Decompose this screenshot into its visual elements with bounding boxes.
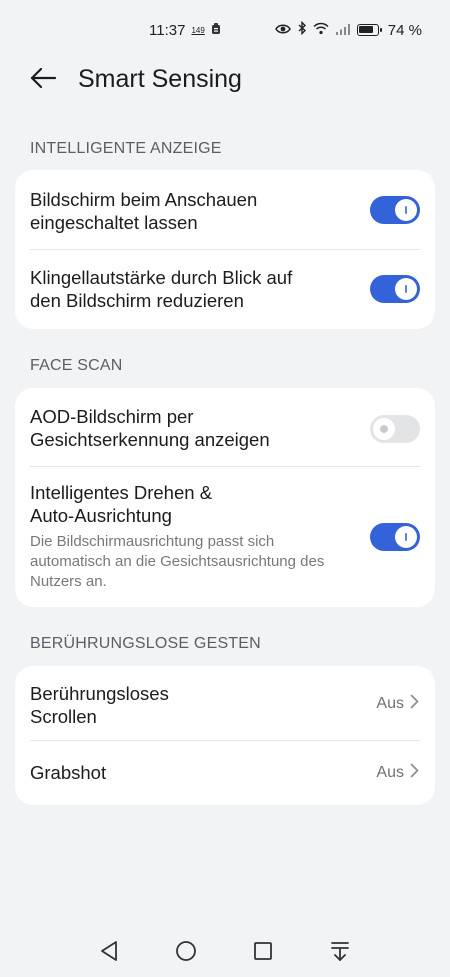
arrow-left-icon <box>29 67 57 94</box>
bluetooth-icon <box>297 20 307 39</box>
value-wrap: Aus <box>376 694 419 714</box>
value-grabshot: Aus <box>376 764 404 781</box>
status-right: 74 % <box>274 20 422 39</box>
setting-row-aod-face[interactable]: AOD-Bildschirm per Gesichtserkennung anz… <box>15 388 435 467</box>
toggle-knob <box>395 526 417 548</box>
status-time: 11:37 <box>149 22 186 39</box>
signal-icon <box>335 22 351 39</box>
back-triangle-icon <box>99 940 119 967</box>
battery-icon <box>356 24 382 36</box>
card-face-scan: AOD-Bildschirm per Gesichtserkennung anz… <box>15 388 435 607</box>
section-label-intelligent-display: INTELLIGENTE ANZEIGE <box>30 140 222 157</box>
toggle-aod-face[interactable] <box>370 415 420 443</box>
page-title: Smart Sensing <box>78 65 242 93</box>
row-title-line1: Klingellautstärke durch Blick auf <box>30 267 293 288</box>
row-title-line2: Scrollen <box>30 706 97 727</box>
section-label-touchless-gestures: BERÜHRUNGSLOSE GESTEN <box>30 635 261 652</box>
value-wrap: Aus <box>376 763 419 783</box>
row-title-line2: Auto-Ausrichtung <box>30 505 172 526</box>
row-title: Grabshot <box>30 762 107 783</box>
row-title-line2: eingeschaltet lassen <box>30 212 198 233</box>
row-title-line1: AOD-Bildschirm per <box>30 406 194 427</box>
wifi-icon <box>313 22 329 39</box>
row-text: Grabshot <box>30 761 350 784</box>
value-touchless-scroll: Aus <box>376 695 404 712</box>
chevron-right-icon <box>410 694 419 714</box>
recents-square-icon <box>253 941 273 966</box>
chevron-right-icon <box>410 763 419 783</box>
navigation-bar <box>0 935 450 971</box>
screen: 11:37 149 74 % Smart Sensing INTELLIGENT… <box>0 0 450 977</box>
card-touchless-gestures: Berührungsloses Scrollen Aus Grabshot Au… <box>15 666 435 805</box>
card-intelligent-display: Bildschirm beim Anschauen eingeschaltet … <box>15 170 435 329</box>
toggle-smart-rotate[interactable] <box>370 523 420 551</box>
toggle-knob <box>373 418 395 440</box>
setting-row-smart-rotate[interactable]: Intelligentes Drehen & Auto-Ausrichtung … <box>15 467 435 607</box>
row-title-line1: Berührungsloses <box>30 683 169 704</box>
nav-back-button[interactable] <box>91 935 127 971</box>
status-bar: 11:37 149 74 % <box>0 0 450 62</box>
row-text: Bildschirm beim Anschauen eingeschaltet … <box>30 188 350 234</box>
toggle-knob <box>395 278 417 300</box>
notification-badge: 149 <box>191 26 205 35</box>
app-notification-icon <box>211 22 221 39</box>
row-title-line1: Bildschirm beim Anschauen <box>30 189 258 210</box>
nav-notification-button[interactable] <box>322 935 358 971</box>
row-text: Intelligentes Drehen & Auto-Ausrichtung … <box>30 481 350 592</box>
notification-pull-icon <box>330 940 350 967</box>
section-label-face-scan: FACE SCAN <box>30 357 123 374</box>
row-title-line2: Gesichtserkennung anzeigen <box>30 429 270 450</box>
setting-row-keep-screen-on[interactable]: Bildschirm beim Anschauen eingeschaltet … <box>15 170 435 250</box>
row-text: Klingellautstärke durch Blick auf den Bi… <box>30 266 350 312</box>
nav-recents-button[interactable] <box>245 935 281 971</box>
row-title-line2: den Bildschirm reduzieren <box>30 290 244 311</box>
setting-row-grabshot[interactable]: Grabshot Aus <box>15 741 435 805</box>
row-title-line1: Intelligentes Drehen & <box>30 482 213 503</box>
home-circle-icon <box>175 940 197 967</box>
nav-home-button[interactable] <box>168 935 204 971</box>
back-button[interactable] <box>26 65 60 95</box>
setting-row-reduce-ringtone[interactable]: Klingellautstärke durch Blick auf den Bi… <box>15 250 435 329</box>
setting-row-touchless-scroll[interactable]: Berührungsloses Scrollen Aus <box>15 666 435 741</box>
toggle-keep-screen-on[interactable] <box>370 196 420 224</box>
row-text: AOD-Bildschirm per Gesichtserkennung anz… <box>30 405 350 451</box>
status-left: 11:37 149 <box>149 22 221 39</box>
header: Smart Sensing <box>0 62 450 98</box>
toggle-knob <box>395 199 417 221</box>
eye-icon <box>274 22 291 39</box>
row-subtitle: Die Bildschirmausrichtung passt sich aut… <box>30 533 325 590</box>
toggle-reduce-ringtone[interactable] <box>370 275 420 303</box>
battery-percent: 74 % <box>387 21 422 39</box>
row-text: Berührungsloses Scrollen <box>30 682 350 728</box>
